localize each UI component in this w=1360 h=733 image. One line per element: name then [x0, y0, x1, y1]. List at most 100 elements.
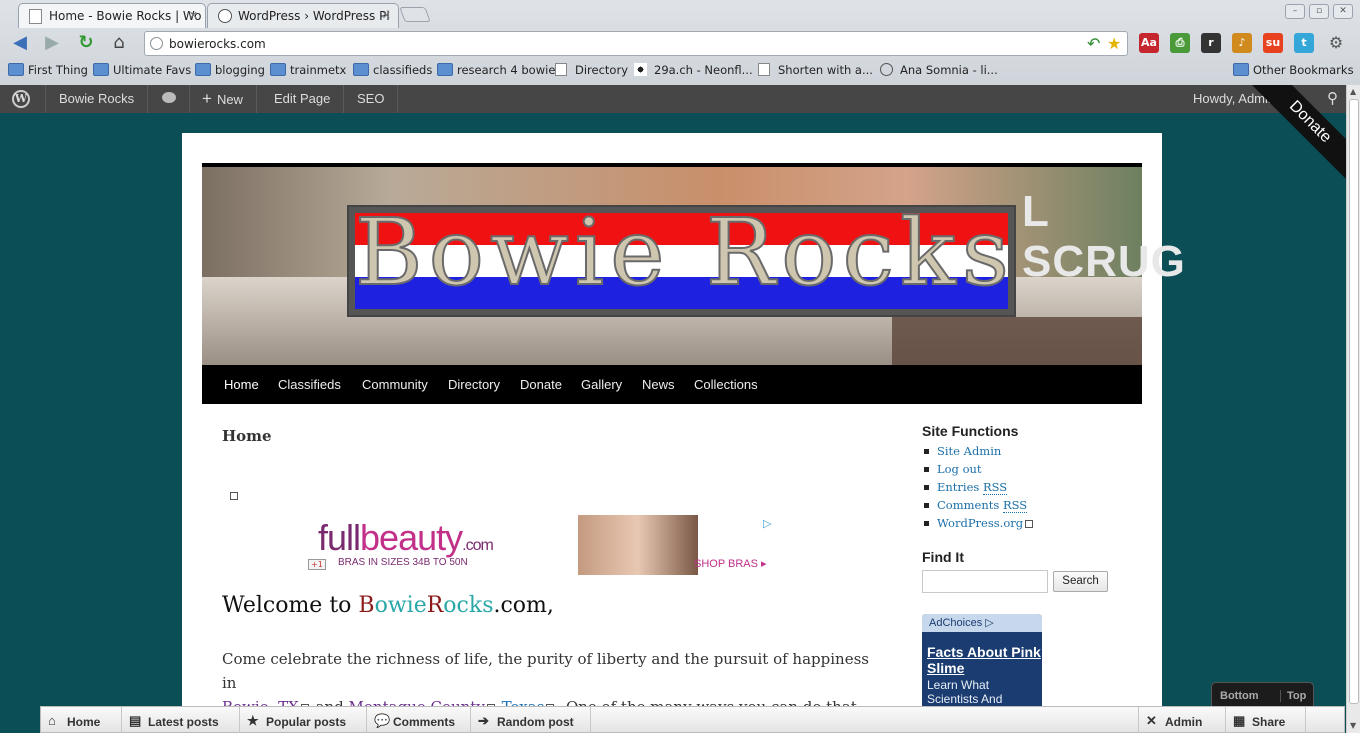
bookmark-29a[interactable]: 29a.ch - Neonfl... — [634, 63, 753, 77]
bookmark-label: research 4 bowie — [457, 63, 556, 77]
bookmark-ana-somnia[interactable]: Ana Somnia - li... — [880, 63, 998, 77]
find-it-title: Find It — [922, 549, 964, 565]
site-logo[interactable]: Bowie Rocks — [347, 198, 1016, 317]
stumbleupon-icon[interactable]: su — [1263, 33, 1283, 53]
jump-bottom-button[interactable]: Bottom — [1220, 690, 1259, 702]
search-input[interactable] — [922, 570, 1048, 593]
toolbar-random-post[interactable]: ➔ Random post — [471, 707, 591, 733]
folder-icon — [1233, 63, 1249, 76]
speaker-icon[interactable]: ♪ — [1232, 33, 1252, 53]
share-arrow-icon[interactable]: ↶ — [1087, 34, 1100, 53]
toolbar-popular-posts[interactable]: ★ Popular posts — [240, 707, 367, 733]
comment-bubble-icon[interactable] — [148, 85, 190, 113]
bookmark-star-icon[interactable]: ★ — [1107, 34, 1121, 53]
banner-ad[interactable]: fullbeauty.com BRAS IN SIZES 34B TO 50N … — [308, 515, 776, 575]
bookmark-trainmetx[interactable]: trainmetx — [270, 63, 346, 77]
page-wrapper: L SCRUG Bowie Rocks Home Classifieds Com… — [182, 133, 1185, 733]
vertical-scrollbar[interactable]: ▲ ▼ — [1346, 85, 1360, 733]
scroll-up-icon[interactable]: ▲ — [1350, 87, 1356, 96]
admin-seo[interactable]: SEO — [344, 85, 399, 113]
ad-headline[interactable]: Facts About Pink Slime — [927, 644, 1042, 676]
bookmark-first-thing[interactable]: First Thing — [8, 63, 88, 77]
bookmark-blogging[interactable]: blogging — [195, 63, 265, 77]
adobe-icon[interactable]: Aa — [1139, 33, 1159, 53]
site-header: L SCRUG Bowie Rocks — [202, 163, 1185, 365]
other-bookmarks[interactable]: Other Bookmarks — [1233, 63, 1354, 77]
bookmark-label: Shorten with a... — [778, 63, 873, 77]
tools-icon: ✕ — [1146, 713, 1157, 728]
new-label: New — [216, 92, 243, 107]
admin-site-link[interactable]: Bowie Rocks — [46, 85, 149, 113]
link-wordpress-org[interactable]: WordPress.org — [922, 514, 1122, 532]
forward-arrow-icon[interactable]: ▶ — [40, 32, 64, 56]
site-functions-list: Site Admin Log out Entries RSS Comments … — [922, 442, 1122, 532]
scrollbar-thumb[interactable] — [1349, 99, 1359, 704]
search-button[interactable]: Search — [1053, 571, 1108, 592]
menu-news[interactable]: News — [642, 377, 675, 392]
bottom-toolbar: ⌂ Home ▤ Latest posts ★ Popular posts 💬 Comm… — [40, 706, 1345, 733]
bookmark-ultimate-favs[interactable]: Ultimate Favs — [93, 63, 191, 77]
page-icon — [758, 63, 770, 76]
menu-directory[interactable]: Directory — [448, 377, 500, 392]
jump-top-button[interactable]: Top — [1280, 690, 1306, 702]
adchoices-label[interactable]: AdChoices ▷ — [922, 614, 1042, 632]
toolbar-home[interactable]: ⌂ Home — [41, 707, 122, 733]
bookmark-research[interactable]: research 4 bowie — [437, 63, 555, 77]
bookmark-classifieds[interactable]: classifieds — [353, 63, 432, 77]
ad-shop-link[interactable]: SHOP BRAS ▸ — [694, 557, 767, 570]
external-link-icon — [1025, 520, 1034, 528]
link-log-out[interactable]: Log out — [922, 460, 1122, 478]
menu-gallery[interactable]: Gallery — [581, 377, 622, 392]
link-comments-rss[interactable]: Comments RSS — [922, 496, 1122, 514]
menu-collections[interactable]: Collections — [694, 377, 758, 392]
toolbar-admin[interactable]: ✕ Admin — [1138, 707, 1226, 733]
share-grid-icon: ▦ — [1233, 713, 1246, 728]
print-icon[interactable]: ⎙ — [1170, 33, 1190, 53]
close-tab-icon[interactable]: ✕ — [189, 9, 198, 22]
adchoices-triangle-icon[interactable]: ▷ — [763, 517, 771, 530]
twitter-icon[interactable]: t — [1294, 33, 1314, 53]
back-arrow-icon[interactable]: ◀ — [8, 32, 32, 56]
reload-icon[interactable]: ↻ — [74, 32, 98, 56]
new-tab-button[interactable] — [399, 7, 431, 22]
bookmark-shorten[interactable]: Shorten with a... — [758, 63, 873, 77]
ad-subtitle: BRAS IN SIZES 34B TO 50N — [338, 557, 468, 568]
menu-home[interactable]: Home — [224, 377, 259, 392]
menu-community[interactable]: Community — [362, 377, 428, 392]
header-photo[interactable]: L SCRUG Bowie Rocks — [202, 167, 1185, 365]
comments-icon: 💬 — [374, 713, 391, 728]
readability-icon[interactable]: r — [1201, 33, 1221, 53]
home-icon[interactable]: ⌂ — [107, 32, 131, 56]
toolbar-comments[interactable]: 💬 Comments — [367, 707, 471, 733]
minimize-button[interactable]: – — [1285, 4, 1305, 19]
maximize-button[interactable]: ▫ — [1309, 4, 1329, 19]
wrench-icon[interactable]: ⚙ — [1326, 33, 1346, 53]
admin-edit-page[interactable]: Edit Page — [261, 85, 345, 113]
menu-donate[interactable]: Donate — [520, 377, 562, 392]
wordpress-favicon-icon — [218, 9, 232, 23]
admin-new-button[interactable]: + New — [190, 85, 257, 113]
google-plus-one-button[interactable]: +1 — [308, 559, 326, 570]
tab-wordpress[interactable]: WordPress › WordPress Pl ✕ — [207, 3, 399, 28]
scroll-down-icon[interactable]: ▼ — [1350, 721, 1356, 730]
star-icon: ★ — [247, 713, 259, 728]
bookmark-directory[interactable]: Directory — [555, 63, 628, 77]
toolbar-share[interactable]: ▦ Share — [1226, 707, 1306, 733]
wordpress-logo-icon[interactable]: W — [0, 85, 46, 113]
close-tab-icon[interactable]: ✕ — [382, 9, 391, 22]
site-functions-title: Site Functions — [922, 423, 1019, 439]
bookmark-label: classifieds — [373, 63, 433, 77]
menu-classifieds[interactable]: Classifieds — [278, 377, 341, 392]
link-entries-rss[interactable]: Entries RSS — [922, 478, 1122, 496]
tab-title: WordPress › WordPress Pl — [238, 9, 390, 23]
toolbar-latest-posts[interactable]: ▤ Latest posts — [122, 707, 240, 733]
tab-bowie-rocks[interactable]: Home - Bowie Rocks | Wo ✕ — [18, 3, 206, 28]
background-sign-text: L SCRUG — [1022, 187, 1186, 286]
address-bar[interactable]: bowierocks.com ↶ ★ — [144, 31, 1128, 56]
close-window-button[interactable]: ✕ — [1333, 4, 1353, 19]
sidebar-ad[interactable]: AdChoices ▷ Facts About Pink Slime Learn… — [922, 614, 1042, 714]
sidebar: Site Functions Site Admin Log out Entrie… — [922, 423, 1122, 714]
main-menu: Home Classifieds Community Directory Don… — [202, 365, 1142, 404]
donate-ribbon[interactable]: Donate — [1237, 85, 1360, 185]
link-site-admin[interactable]: Site Admin — [922, 442, 1122, 460]
